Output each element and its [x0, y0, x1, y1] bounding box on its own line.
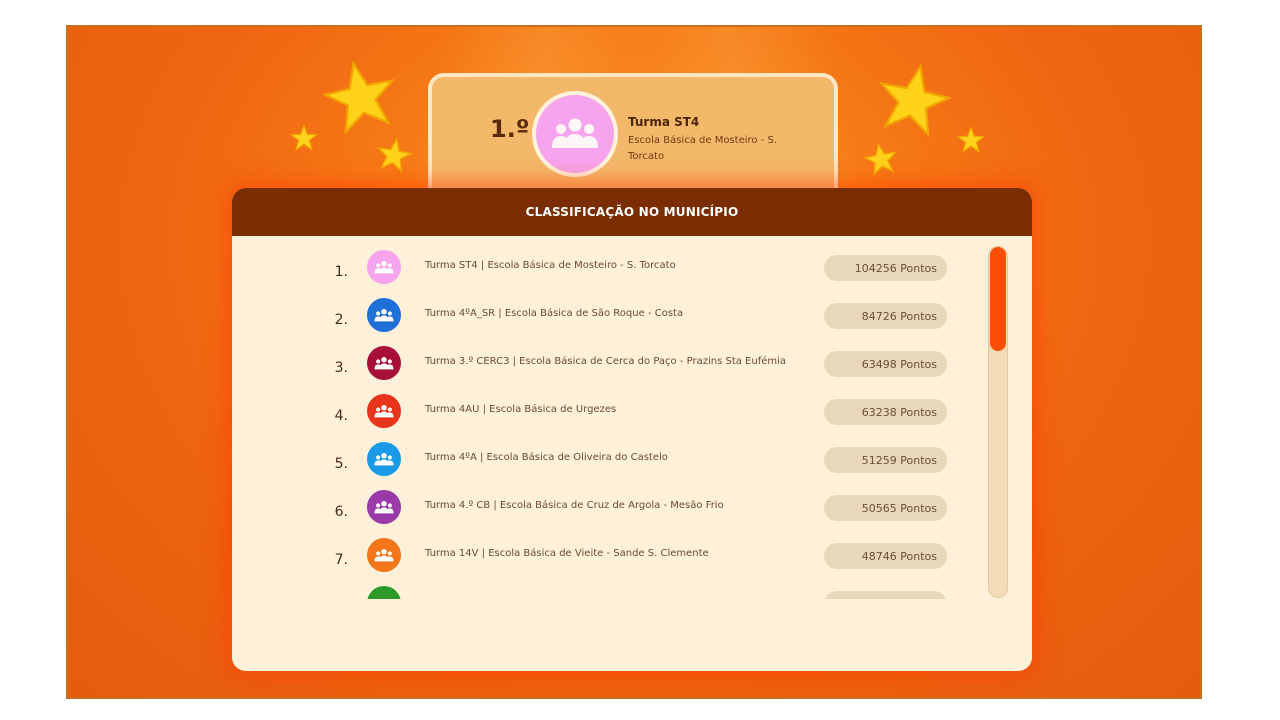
star-icon [290, 124, 318, 152]
list-item: 4. Turma 4AU | Escola Básica de Urgezes … [232, 394, 1032, 442]
team-avatar [367, 298, 401, 332]
scrollbar-thumb[interactable] [990, 247, 1006, 351]
points-badge: 51259 Pontos [824, 447, 947, 473]
list-item: 7. Turma 14V | Escola Básica de Vieite -… [232, 538, 1032, 586]
team-avatar [367, 586, 401, 599]
team-avatar [367, 250, 401, 284]
panel-title: CLASSIFICAÇÃO NO MUNICÍPIO [232, 188, 1032, 236]
points-badge [824, 591, 947, 599]
group-icon [374, 356, 394, 369]
top-school-name: Escola Básica de Mosteiro - S. Torcato [628, 135, 777, 162]
top-team-name: Turma ST4 [628, 115, 700, 129]
group-icon [374, 260, 394, 273]
points-badge: 104256 Pontos [824, 255, 947, 281]
team-label: Turma 4.º CB | Escola Básica de Cruz de … [425, 500, 724, 511]
group-icon [374, 308, 394, 321]
top-rank: 1.º [490, 115, 530, 143]
star-icon [323, 60, 396, 134]
ranking-panel: CLASSIFICAÇÃO NO MUNICÍPIO 1. Turma ST4 … [232, 188, 1032, 671]
team-label: Turma ST4 | Escola Básica de Mosteiro - … [425, 260, 676, 271]
list-item: 3. Turma 3.º CERC3 | Escola Básica de Ce… [232, 346, 1032, 394]
team-label: Turma 4ºA_SR | Escola Básica de São Roqu… [425, 308, 684, 319]
rank-number: 3. [334, 360, 348, 376]
star-icon [376, 137, 412, 173]
scrollbar[interactable] [988, 246, 1008, 598]
rank-number: 5. [334, 456, 348, 472]
list-item: 2. Turma 4ºA_SR | Escola Básica de São R… [232, 298, 1032, 346]
list-item [232, 586, 1032, 599]
team-label: Turma 4AU | Escola Básica de Urgezes [425, 404, 617, 415]
group-icon [374, 404, 394, 417]
team-label: Turma 4ºA | Escola Básica de Oliveira do… [425, 452, 668, 463]
team-label: Turma 3.º CERC3 | Escola Básica de Cerca… [425, 356, 787, 367]
star-icon [957, 126, 985, 154]
team-avatar [367, 394, 401, 428]
points-badge: 63238 Pontos [824, 399, 947, 425]
team-label: Turma 14V | Escola Básica de Vieite - Sa… [425, 548, 709, 559]
top-avatar [532, 91, 618, 177]
team-avatar [367, 490, 401, 524]
list-item: 6. Turma 4.º CB | Escola Básica de Cruz … [232, 490, 1032, 538]
rank-number: 6. [334, 504, 348, 520]
rank-number: 4. [334, 408, 348, 424]
points-badge: 48746 Pontos [824, 543, 947, 569]
ranking-list[interactable]: 1. Turma ST4 | Escola Básica de Mosteiro… [232, 236, 1032, 599]
group-icon [552, 118, 598, 148]
team-avatar [367, 346, 401, 380]
points-badge: 50565 Pontos [824, 495, 947, 521]
list-item: 1. Turma ST4 | Escola Básica de Mosteiro… [232, 250, 1032, 298]
rank-number: 1. [334, 264, 348, 280]
team-avatar [367, 538, 401, 572]
group-icon [374, 452, 394, 465]
rank-number: 7. [334, 552, 348, 568]
star-icon [864, 142, 898, 176]
points-badge: 63498 Pontos [824, 351, 947, 377]
list-item: 5. Turma 4ºA | Escola Básica de Oliveira… [232, 442, 1032, 490]
star-icon [878, 63, 951, 137]
points-badge: 84726 Pontos [824, 303, 947, 329]
group-icon [374, 500, 394, 513]
rank-number: 2. [334, 312, 348, 328]
team-avatar [367, 442, 401, 476]
group-icon [374, 548, 394, 561]
panel-footer [232, 599, 1032, 671]
